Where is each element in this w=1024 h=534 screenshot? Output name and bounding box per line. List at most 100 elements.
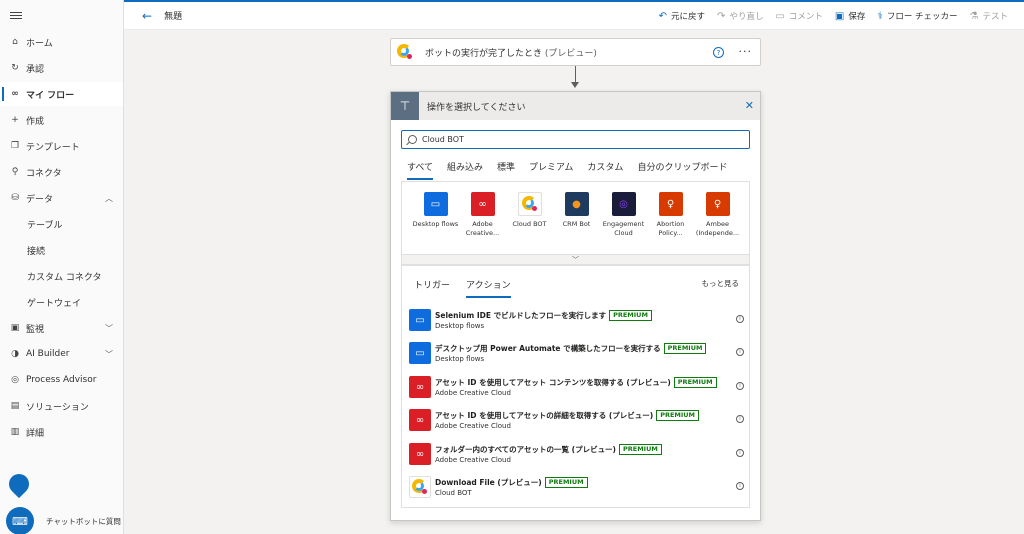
sidebar-item-custom-connectors[interactable]: カスタム コネクタ: [0, 264, 123, 288]
sidebar-item-label: ソリューション: [26, 402, 89, 413]
arrow-down-icon: [571, 82, 579, 88]
connector-engagement-cloud[interactable]: ◎ Engagement Cloud: [600, 192, 647, 237]
connector-abortion-policy[interactable]: ♀ Abortion Policy...: [647, 192, 694, 237]
action-item[interactable]: ∞ フォルダー内のすべてのアセットの一覧 (プレビュー) PREMIUM Adob…: [409, 442, 744, 466]
more-options-icon[interactable]: ···: [739, 45, 753, 58]
flow-checker-label: フロー チェッカー: [886, 12, 958, 22]
solutions-icon: ▤: [10, 401, 20, 411]
tab-premium[interactable]: プレミアム: [529, 160, 573, 180]
sidebar-item-learn[interactable]: ▥ 詳細: [0, 420, 123, 444]
save-button[interactable]: ▣ 保存: [834, 10, 865, 23]
home-icon: ⌂: [12, 37, 18, 47]
connector-label: Engagement Cloud: [602, 220, 645, 237]
action-item[interactable]: ▭ Selenium IDE でビルドしたフローを実行します PREMIUM De…: [409, 308, 744, 332]
sidebar-item-connections[interactable]: 接続: [0, 238, 123, 262]
panel-title: 操作を選択してください: [427, 102, 526, 113]
sidebar-item-tables[interactable]: テーブル: [0, 212, 123, 236]
ai-icon: ◑: [11, 349, 19, 359]
approvals-icon: ↻: [11, 63, 19, 73]
monitor-icon: ▣: [10, 323, 20, 333]
redo-label: やり直し: [729, 12, 764, 22]
help-icon[interactable]: ?: [713, 47, 724, 58]
sidebar-item-gateways[interactable]: ゲートウェイ: [0, 290, 123, 314]
info-icon[interactable]: i: [736, 482, 744, 490]
search-value: Cloud BOT: [422, 135, 464, 144]
sidebar-item-label: テーブル: [27, 220, 63, 231]
sidebar-item-label: ゲートウェイ: [27, 298, 82, 309]
search-input[interactable]: Cloud BOT: [401, 130, 750, 149]
back-arrow-icon[interactable]: ←: [142, 9, 152, 23]
sidebar-item-templates[interactable]: ❐ テンプレート: [0, 134, 123, 158]
connector-desktop-flows[interactable]: ▭ Desktop flows: [412, 192, 459, 237]
hamburger-icon[interactable]: [10, 10, 22, 22]
ambee-icon: ♀: [705, 192, 730, 216]
sidebar-item-process-advisor[interactable]: ◎ Process Advisor: [0, 368, 123, 392]
info-icon[interactable]: i: [736, 348, 744, 356]
action-item[interactable]: Download File (プレビュー) PREMIUM Cloud BOT i: [409, 475, 744, 499]
action-item[interactable]: ∞ アセット ID を使用してアセットの詳細を取得する (プレビュー) PREMI…: [409, 408, 744, 432]
engagement-cloud-icon: ◎: [611, 192, 636, 216]
chatbot-label: チャットボットに質問: [46, 517, 121, 526]
choose-operation-panel: ⊤ 操作を選択してください ✕ Cloud BOT すべて 組み込み 標準 プレ…: [390, 91, 761, 521]
connector-crm-bot[interactable]: ● CRM Bot: [553, 192, 600, 237]
test-button[interactable]: ⚗ テスト: [970, 10, 1008, 23]
connector-ambee[interactable]: ♀ Ambee (Independe...: [694, 192, 741, 237]
connector-label: Cloud BOT: [512, 220, 547, 228]
tab-all[interactable]: すべて: [407, 160, 434, 180]
data-icon: ⛁: [11, 193, 19, 203]
tab-builtin[interactable]: 組み込み: [447, 160, 483, 180]
action-item[interactable]: ▭ デスクトップ用 Power Automate で構築したフローを実行する PR…: [409, 341, 744, 365]
action-name: アセット ID を使用してアセットの詳細を取得する (プレビュー): [435, 411, 654, 420]
sidebar-item-create[interactable]: + 作成: [0, 108, 123, 132]
connector-adobe[interactable]: ∞ Adobe Creative...: [459, 192, 506, 237]
test-label: テスト: [982, 12, 1008, 22]
connector-label: Ambee (Independe...: [695, 220, 740, 237]
tab-custom[interactable]: カスタム: [587, 160, 623, 180]
tab-standard[interactable]: 標準: [497, 160, 515, 180]
chevron-down-icon: ﹀: [572, 255, 579, 264]
flows-icon: ∞: [11, 89, 19, 99]
adobe-creative-cloud-icon: ∞: [409, 409, 431, 431]
connector-cloud-bot[interactable]: Cloud BOT: [506, 192, 553, 237]
cloud-bot-icon: [395, 42, 415, 62]
action-name: アセット ID を使用してアセット コンテンツを取得する (プレビュー): [435, 378, 671, 387]
sidebar-item-label: 接続: [27, 246, 46, 257]
comment-icon: ▭: [775, 10, 785, 22]
tab-my-clipboard[interactable]: 自分のクリップボード: [637, 160, 727, 180]
connector-icon: ⚲: [11, 167, 19, 177]
action-connector: Desktop flows: [435, 355, 485, 363]
panel-header: ⊤ 操作を選択してください ✕: [391, 92, 760, 120]
sidebar-item-monitor[interactable]: ▣ 監視 ﹀: [0, 316, 123, 340]
sidebar-item-connectors[interactable]: ⚲ コネクタ: [0, 160, 123, 184]
desktop-flows-icon: ▭: [409, 342, 431, 364]
process-icon: ◎: [11, 375, 19, 385]
chat-bubble-icon[interactable]: [4, 469, 34, 499]
expand-connectors-button[interactable]: ﹀: [401, 254, 750, 265]
sidebar-item-my-flows[interactable]: ∞ マイ フロー: [0, 82, 123, 106]
trigger-card[interactable]: ボットの実行が完了したとき (プレビュー) ? ···: [390, 38, 761, 66]
sidebar-item-label: カスタム コネクタ: [27, 272, 102, 283]
sidebar-item-approvals[interactable]: ↻ 承認: [0, 56, 123, 80]
sidebar-item-home[interactable]: ⌂ ホーム: [0, 30, 123, 54]
save-icon: ▣: [834, 10, 845, 22]
chatbot-button[interactable]: ⌨: [6, 507, 34, 534]
action-item[interactable]: ∞ アセット ID を使用してアセット コンテンツを取得する (プレビュー) PR…: [409, 375, 744, 399]
tab-actions[interactable]: アクション: [466, 278, 511, 298]
close-icon[interactable]: ✕: [745, 99, 754, 112]
comment-button[interactable]: ▭ コメント: [775, 10, 822, 23]
tab-triggers[interactable]: トリガー: [414, 278, 450, 298]
see-more-link[interactable]: もっと見る: [702, 278, 740, 289]
sidebar-item-ai-builder[interactable]: ◑ AI Builder ﹀: [0, 342, 123, 366]
info-icon[interactable]: i: [736, 415, 744, 423]
connector-label: Adobe Creative...: [465, 220, 500, 237]
redo-button[interactable]: ↷ やり直し: [717, 10, 764, 23]
sidebar-item-data[interactable]: ⛁ データ ︿: [0, 186, 123, 210]
info-icon[interactable]: i: [736, 315, 744, 323]
info-icon[interactable]: i: [736, 382, 744, 390]
sidebar-item-label: 承認: [26, 64, 45, 75]
sidebar-item-solutions[interactable]: ▤ ソリューション: [0, 394, 123, 418]
info-icon[interactable]: i: [736, 449, 744, 457]
undo-button[interactable]: ↶ 元に戻す: [659, 10, 705, 23]
flow-checker-button[interactable]: ⚕ フロー チェッカー: [877, 10, 958, 23]
flow-title[interactable]: 無題: [164, 9, 182, 22]
